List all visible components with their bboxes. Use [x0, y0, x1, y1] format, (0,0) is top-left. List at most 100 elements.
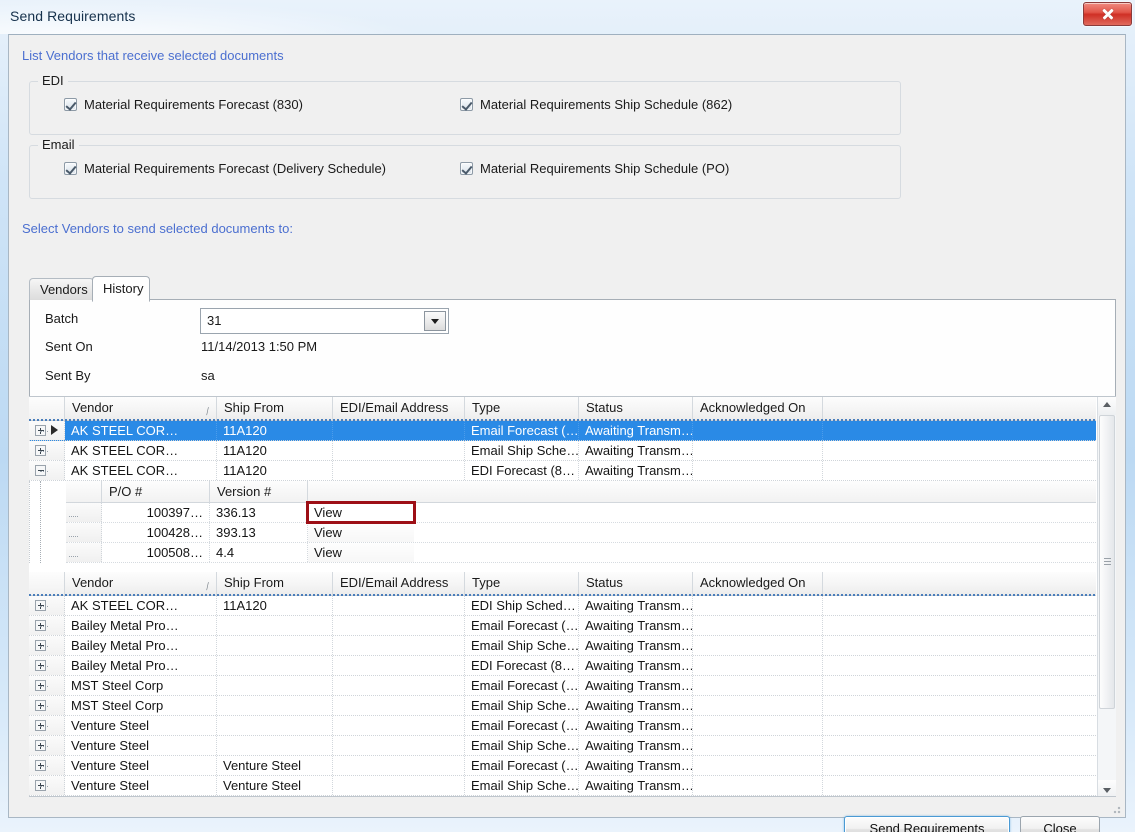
table-cell-type[interactable]: Email Ship Sche…	[465, 696, 579, 715]
table-cell-type[interactable]: Email Ship Sche…	[465, 776, 579, 795]
table-cell-status[interactable]: Awaiting Transm…	[579, 616, 693, 635]
column-header-acknowledged-on[interactable]: Acknowledged On	[693, 572, 823, 595]
scroll-down-arrow-icon[interactable]	[1098, 780, 1116, 796]
table-row[interactable]: AK STEEL COR… 11A120 Email Forecast (… Awai…	[29, 421, 1096, 441]
table-cell-type[interactable]: Email Forecast (…	[465, 616, 579, 635]
table-cell-type[interactable]: Email Forecast (…	[465, 716, 579, 735]
detail-table-cell-po[interactable]: 100397…	[102, 503, 210, 522]
chevron-down-icon[interactable]	[424, 311, 446, 331]
table-cell-ship-from[interactable]	[217, 696, 333, 715]
table-cell-vendor[interactable]: Venture Steel	[65, 756, 217, 775]
table-cell-address[interactable]	[333, 776, 465, 795]
detail-table-cell-po[interactable]: 100508…	[102, 543, 210, 562]
table-cell-vendor[interactable]: AK STEEL COR…	[65, 461, 217, 480]
table-cell-status[interactable]: Awaiting Transm…	[579, 461, 693, 480]
column-header-type[interactable]: Type	[465, 572, 579, 595]
checkbox-edi-ship-schedule-862[interactable]: Material Requirements Ship Schedule (862…	[460, 97, 732, 112]
table-cell-address[interactable]	[333, 441, 465, 460]
table-cell-vendor[interactable]: AK STEEL COR…	[65, 596, 217, 615]
table-cell-type[interactable]: Email Ship Sche…	[465, 636, 579, 655]
table-cell-vendor[interactable]: Bailey Metal Pro…	[65, 636, 217, 655]
table-cell-acknowledged-on[interactable]	[693, 616, 823, 635]
table-cell-status[interactable]: Awaiting Transm…	[579, 656, 693, 675]
table-cell-ship-from[interactable]	[217, 736, 333, 755]
resize-grip-icon[interactable]	[1111, 804, 1121, 814]
table-cell-address[interactable]	[333, 461, 465, 480]
table-cell-ship-from[interactable]: 11A120	[217, 441, 333, 460]
tab-vendors[interactable]: Vendors	[29, 278, 94, 300]
table-cell-address[interactable]	[333, 596, 465, 615]
table-cell-address[interactable]	[333, 616, 465, 635]
column-header-status[interactable]: Status	[579, 572, 693, 595]
table-cell-vendor[interactable]: AK STEEL COR…	[65, 441, 217, 460]
table-cell-type[interactable]: EDI Forecast (8…	[465, 656, 579, 675]
table-row[interactable]: AK STEEL COR… 11A120 EDI Forecast (8… Await…	[29, 461, 1096, 481]
table-row[interactable]: AK STEEL COR… 11A120 Email Ship Sche… Await…	[29, 441, 1096, 461]
table-cell-ship-from[interactable]	[217, 676, 333, 695]
close-button[interactable]: Close	[1020, 816, 1100, 832]
table-row[interactable]: Venture Steel Venture Steel Email Ship Sch…	[29, 776, 1096, 796]
table-cell-type[interactable]: Email Ship Sche…	[465, 736, 579, 755]
table-cell-acknowledged-on[interactable]	[693, 676, 823, 695]
view-link-cell[interactable]: View	[308, 523, 414, 542]
checkbox-email-ship-schedule-po[interactable]: Material Requirements Ship Schedule (PO)	[460, 161, 729, 176]
column-header-status[interactable]: Status	[579, 397, 693, 420]
column-header-edi-email-address[interactable]: EDI/Email Address	[333, 572, 465, 595]
checkbox-edi-forecast-830[interactable]: Material Requirements Forecast (830)	[64, 97, 303, 112]
detail-column-header-po[interactable]: P/O #	[102, 481, 210, 502]
batch-dropdown[interactable]: 31	[200, 308, 449, 334]
table-cell-ship-from[interactable]	[217, 636, 333, 655]
table-cell-status[interactable]: Awaiting Transm…	[579, 776, 693, 795]
detail-table-row[interactable]: 100428… 393.13 View	[66, 523, 1096, 543]
table-row[interactable]: Venture Steel Email Ship Sche… Awaiting Tr…	[29, 736, 1096, 756]
table-row[interactable]: MST Steel Corp Email Forecast (… Awaiting …	[29, 676, 1096, 696]
table-cell-type[interactable]: Email Forecast (…	[465, 421, 579, 440]
table-cell-type[interactable]: Email Ship Sche…	[465, 441, 579, 460]
table-cell-address[interactable]	[333, 756, 465, 775]
table-cell-type[interactable]: Email Forecast (…	[465, 676, 579, 695]
table-cell-address[interactable]	[333, 656, 465, 675]
checkbox-box-icon[interactable]	[460, 98, 473, 111]
table-cell-status[interactable]: Awaiting Transm…	[579, 676, 693, 695]
table-cell-acknowledged-on[interactable]	[693, 776, 823, 795]
column-header-ship-from[interactable]: Ship From	[217, 397, 333, 420]
table-cell-vendor[interactable]: MST Steel Corp	[65, 696, 217, 715]
detail-row-header-cell[interactable]	[66, 503, 102, 522]
grid-vertical-scrollbar[interactable]	[1097, 397, 1116, 796]
table-cell-acknowledged-on[interactable]	[693, 596, 823, 615]
table-cell-address[interactable]	[333, 676, 465, 695]
table-cell-ship-from[interactable]: Venture Steel	[217, 776, 333, 795]
table-cell-vendor[interactable]: AK STEEL COR…	[65, 421, 217, 440]
detail-column-header-version[interactable]: Version #	[210, 481, 308, 502]
table-cell-address[interactable]	[333, 736, 465, 755]
detail-table-cell-version[interactable]: 4.4	[210, 543, 308, 562]
table-cell-status[interactable]: Awaiting Transm…	[579, 716, 693, 735]
table-cell-vendor[interactable]: Venture Steel	[65, 716, 217, 735]
table-row[interactable]: Venture Steel Venture Steel Email Forecast…	[29, 756, 1096, 776]
table-cell-ship-from[interactable]: 11A120	[217, 461, 333, 480]
table-cell-acknowledged-on[interactable]	[693, 656, 823, 675]
view-link-cell[interactable]: View	[306, 501, 416, 524]
scroll-up-arrow-icon[interactable]	[1098, 397, 1116, 415]
column-header-edi-email-address[interactable]: EDI/Email Address	[333, 397, 465, 420]
column-header-acknowledged-on[interactable]: Acknowledged On	[693, 397, 823, 420]
detail-table-cell-version[interactable]: 336.13	[210, 503, 308, 522]
close-x-icon[interactable]	[1083, 2, 1132, 26]
table-cell-vendor[interactable]: Bailey Metal Pro…	[65, 616, 217, 635]
table-row[interactable]: Bailey Metal Pro… EDI Forecast (8… Awaitin…	[29, 656, 1096, 676]
table-cell-status[interactable]: Awaiting Transm…	[579, 441, 693, 460]
table-cell-status[interactable]: Awaiting Transm…	[579, 696, 693, 715]
detail-row-header-cell[interactable]	[66, 523, 102, 542]
table-row[interactable]: MST Steel Corp Email Ship Sche… Awaiting T…	[29, 696, 1096, 716]
table-cell-acknowledged-on[interactable]	[693, 696, 823, 715]
table-cell-vendor[interactable]: MST Steel Corp	[65, 676, 217, 695]
table-cell-status[interactable]: Awaiting Transm…	[579, 756, 693, 775]
table-cell-address[interactable]	[333, 696, 465, 715]
detail-table-row[interactable]: 100397… 336.13 View	[66, 501, 1096, 524]
table-cell-vendor[interactable]: Venture Steel	[65, 736, 217, 755]
table-cell-acknowledged-on[interactable]	[693, 441, 823, 460]
checkbox-box-icon[interactable]	[460, 162, 473, 175]
detail-table-cell-version[interactable]: 393.13	[210, 523, 308, 542]
table-row[interactable]: Bailey Metal Pro… Email Forecast (… Awaiti…	[29, 616, 1096, 636]
table-cell-status[interactable]: Awaiting Transm…	[579, 636, 693, 655]
